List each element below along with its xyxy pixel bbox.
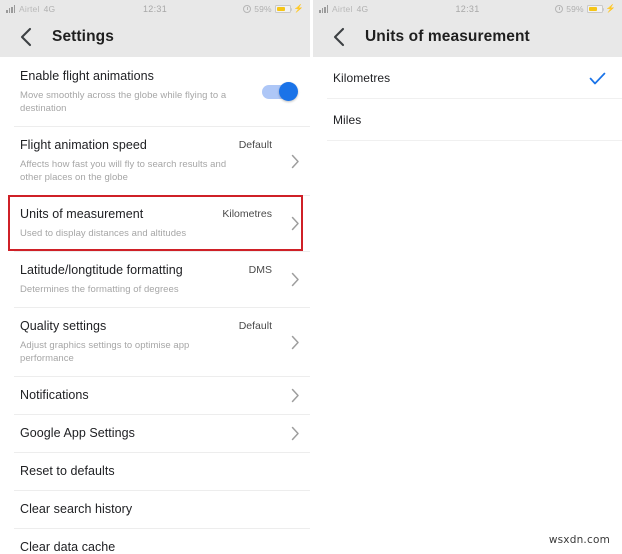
option-miles[interactable]: Miles [313,99,622,141]
watermark: wsxdn.com [548,534,610,546]
battery-icon [586,4,605,13]
row-value: DMS [248,264,272,276]
row-subtitle: Affects how fast you will fly to search … [20,159,227,183]
charging-bolt-icon: ⚡ [293,4,304,13]
battery-percent-label: 59% [566,3,584,14]
row-clear-search-history[interactable]: Clear search history [0,490,310,528]
row-subtitle: Adjust graphics settings to optimise app… [20,340,190,364]
row-subtitle: Determines the formatting of degrees [20,284,179,295]
chevron-right-icon[interactable] [278,154,300,169]
status-bar-left: Airtel 4G 12:31 59% ⚡ [0,0,310,17]
row-text-group: Quality settings Adjust graphics settings… [20,319,239,365]
flight-animations-toggle[interactable] [262,82,298,101]
page-title: Units of measurement [365,28,530,45]
alarm-icon [243,4,252,13]
row-title: Units of measurement [20,207,144,221]
row-enable-flight-animations[interactable]: Enable flight animations Move smoothly ac… [0,57,310,126]
status-bar-right-group: 59% ⚡ [555,4,616,14]
row-text-group: Enable flight animations Move smoothly ac… [20,69,256,115]
settings-list: Enable flight animations Move smoothly ac… [0,57,310,554]
back-chevron-icon[interactable] [12,24,38,50]
chevron-right-icon[interactable] [278,272,300,287]
row-title: Latitude/longtitude formatting [20,263,183,277]
row-text-group: Flight animation speed Affects how fast y… [20,138,239,184]
row-reset-to-defaults[interactable]: Reset to defaults [0,452,310,490]
row-value: Default [238,139,272,151]
row-clear-data-cache[interactable]: Clear data cacheResets the persistent ca… [0,528,310,554]
right-phone-screen: Airtel 4G 12:31 59% ⚡ Units of measureme… [313,0,622,554]
row-subtitle: Move smoothly across the globe while fly… [20,90,227,114]
row-units-of-measurement[interactable]: Units of measurement Used to display dist… [0,195,310,251]
row-text-group: Units of measurement Used to display dist… [20,207,222,240]
status-bar-right: Airtel 4G 12:31 59% ⚡ [313,0,622,17]
row-value: Default [238,320,272,332]
option-label: Kilometres [333,71,391,85]
battery-icon [274,4,293,13]
battery-percent-label: 59% [254,3,272,14]
status-bar-right-group: 59% ⚡ [243,4,304,14]
row-text-group: Clear data cacheResets the persistent ca… [20,540,272,554]
chevron-right-icon[interactable] [278,388,300,403]
row-title: Clear data cache [20,540,116,554]
back-chevron-icon[interactable] [325,24,351,50]
check-icon [589,72,606,85]
row-flight-animation-speed[interactable]: Flight animation speed Affects how fast y… [0,126,310,195]
option-kilometres[interactable]: Kilometres [313,57,622,99]
row-title: Clear search history [20,502,133,516]
page-title: Settings [52,28,114,45]
row-text-group: Clear search history [20,502,272,517]
row-latitude-longitude-formatting[interactable]: Latitude/longtitude formatting Determines… [0,251,310,307]
app-bar-right: Units of measurement [313,17,622,57]
option-label: Miles [333,113,362,127]
chevron-right-icon[interactable] [278,335,300,350]
row-title: Notifications [20,388,89,402]
alarm-icon [555,4,564,13]
row-text-group: Reset to defaults [20,464,272,479]
chevron-right-icon[interactable] [278,426,300,441]
row-title: Reset to defaults [20,464,115,478]
row-text-group: Notifications [20,388,272,403]
left-phone-screen: Airtel 4G 12:31 59% ⚡ Settings Enable fl… [0,0,310,554]
row-value: Kilometres [222,208,272,220]
row-title: Quality settings [20,319,107,333]
units-options-list: Kilometres Miles [313,57,622,554]
row-title: Flight animation speed [20,138,147,152]
charging-bolt-icon: ⚡ [605,4,616,13]
row-subtitle: Used to display distances and altitudes [20,228,187,239]
row-notifications[interactable]: Notifications [0,376,310,414]
row-text-group: Google App Settings [20,426,272,441]
chevron-right-icon[interactable] [278,216,300,231]
row-google-app-settings[interactable]: Google App Settings [0,414,310,452]
app-bar-left: Settings [0,17,310,57]
row-title: Google App Settings [20,426,135,440]
row-title: Enable flight animations [20,69,154,83]
dual-screenshot-container: Airtel 4G 12:31 59% ⚡ Settings Enable fl… [0,0,622,554]
row-text-group: Latitude/longtitude formatting Determines… [20,263,249,296]
row-quality-settings[interactable]: Quality settings Adjust graphics settings… [0,307,310,376]
